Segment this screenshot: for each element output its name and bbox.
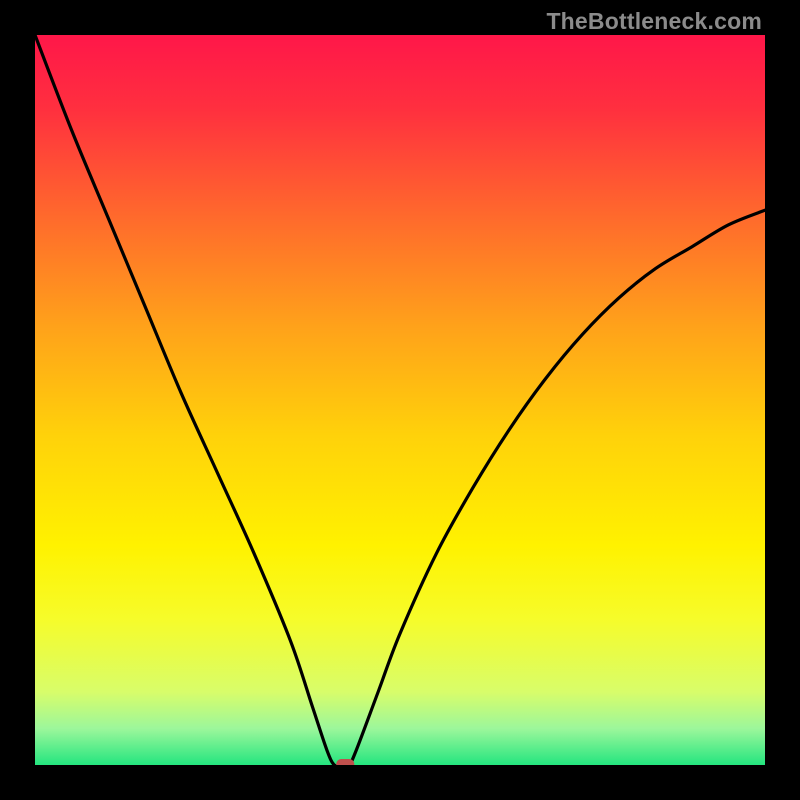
chart-plot-area: [35, 35, 765, 765]
watermark-text: TheBottleneck.com: [546, 8, 762, 35]
min-marker: [336, 759, 354, 765]
chart-svg: [35, 35, 765, 765]
frame: TheBottleneck.com: [0, 0, 800, 800]
gradient-background: [35, 35, 765, 765]
